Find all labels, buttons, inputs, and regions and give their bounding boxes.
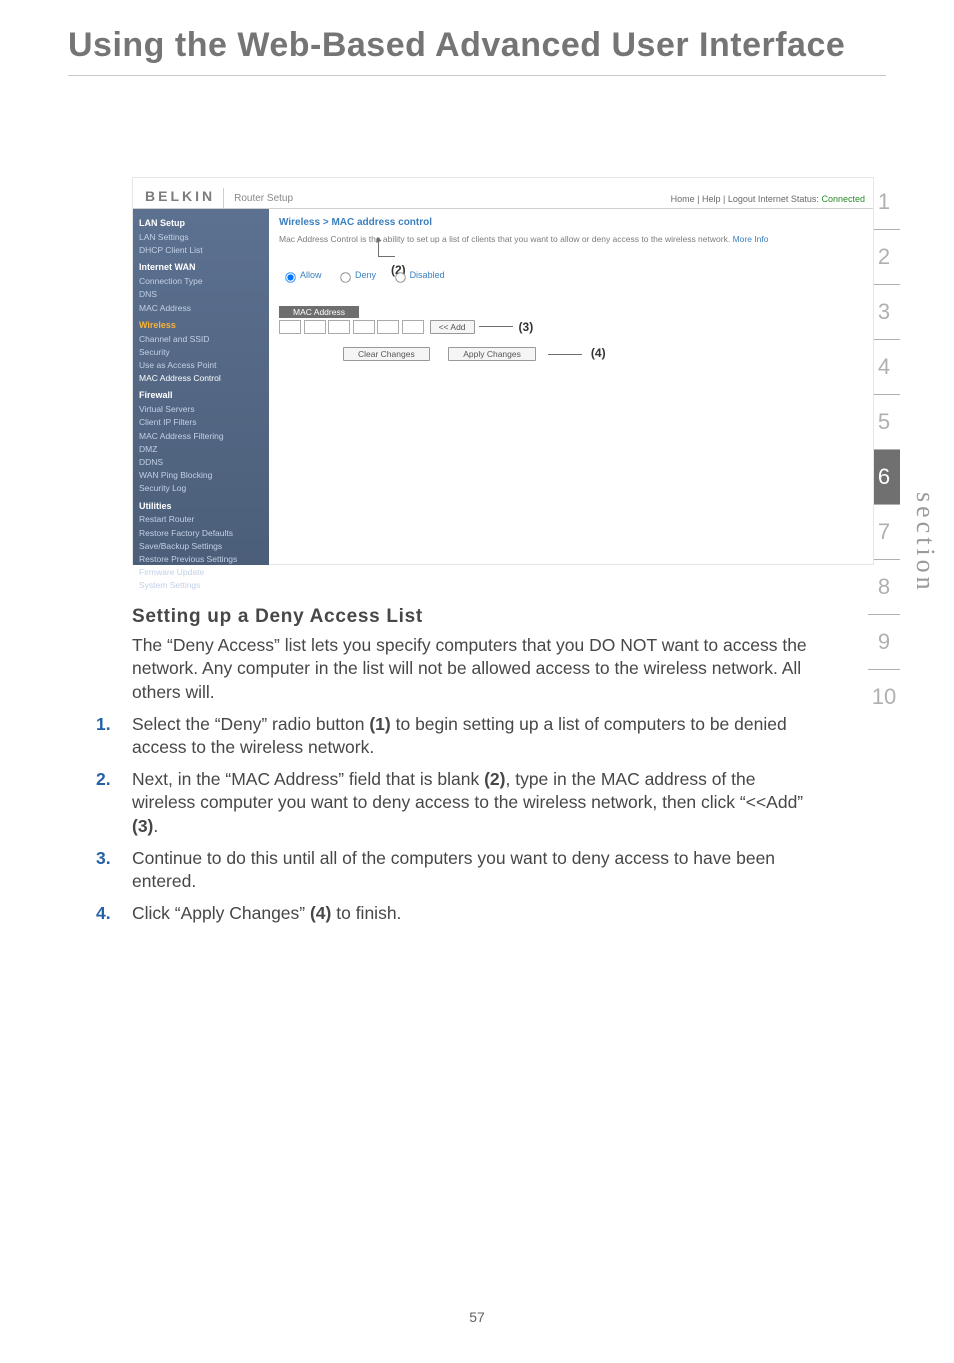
sidebar-group-firewall[interactable]: Firewall bbox=[139, 389, 263, 403]
sidebar-group-lan[interactable]: LAN Setup bbox=[139, 217, 263, 231]
step-2: 2. Next, in the “MAC Address” field that… bbox=[96, 768, 812, 839]
more-info-link[interactable]: More Info bbox=[733, 234, 769, 244]
sidebar-item-virtual-servers[interactable]: Virtual Servers bbox=[139, 403, 263, 416]
callout-4: (4) bbox=[591, 346, 606, 360]
section-tab-10[interactable]: 10 bbox=[868, 669, 900, 724]
radio-allow-input[interactable] bbox=[285, 272, 295, 282]
sidebar-item-restart[interactable]: Restart Router bbox=[139, 513, 263, 526]
mac-address-fields bbox=[279, 320, 424, 334]
router-header-links: Home | Help | Logout Internet Status: Co… bbox=[671, 194, 865, 208]
sidebar-item-restore-defaults[interactable]: Restore Factory Defaults bbox=[139, 527, 263, 540]
body-heading: Setting up a Deny Access List bbox=[132, 604, 812, 630]
callout-line-4 bbox=[548, 354, 582, 355]
sidebar-group-wan[interactable]: Internet WAN bbox=[139, 261, 263, 275]
sidebar-group-utilities[interactable]: Utilities bbox=[139, 500, 263, 514]
mac-field-6[interactable] bbox=[402, 320, 424, 334]
callout-3: (3) bbox=[519, 320, 534, 334]
step-4-num: 4. bbox=[96, 902, 124, 926]
header-links-text: Home | Help | Logout Internet Status: bbox=[671, 194, 819, 204]
add-button[interactable]: << Add bbox=[430, 320, 475, 334]
description-text: Mac Address Control is the ability to se… bbox=[279, 234, 730, 244]
sidebar-item-client-ip[interactable]: Client IP Filters bbox=[139, 416, 263, 429]
radio-disabled[interactable]: Disabled bbox=[389, 270, 445, 280]
sidebar-item-connection-type[interactable]: Connection Type bbox=[139, 275, 263, 288]
title-divider bbox=[68, 75, 886, 76]
body-text: Setting up a Deny Access List The “Deny … bbox=[132, 604, 812, 934]
sidebar-item-use-as-ap[interactable]: Use as Access Point bbox=[139, 359, 263, 372]
radio-disabled-input[interactable] bbox=[395, 272, 405, 282]
sidebar-item-wan-ping[interactable]: WAN Ping Blocking bbox=[139, 469, 263, 482]
router-sidebar: LAN Setup LAN Settings DHCP Client List … bbox=[133, 209, 269, 565]
sidebar-item-ddns[interactable]: DDNS bbox=[139, 456, 263, 469]
sidebar-group-wireless[interactable]: Wireless bbox=[139, 319, 263, 333]
mac-address-label: MAC Address bbox=[279, 306, 359, 318]
radio-deny-input[interactable] bbox=[340, 272, 350, 282]
radio-deny[interactable]: Deny bbox=[334, 270, 376, 280]
page-number: 57 bbox=[0, 1309, 954, 1325]
section-tab-9[interactable]: 9 bbox=[868, 614, 900, 669]
sidebar-item-firmware[interactable]: Firmware Update bbox=[139, 566, 263, 579]
sidebar-item-lan-settings[interactable]: LAN Settings bbox=[139, 231, 263, 244]
content-description: Mac Address Control is the ability to se… bbox=[279, 234, 863, 246]
step-3: 3. Continue to do this until all of the … bbox=[96, 847, 812, 894]
sidebar-item-save-backup[interactable]: Save/Backup Settings bbox=[139, 540, 263, 553]
router-title: Router Setup bbox=[224, 193, 671, 208]
sidebar-item-mac-filtering[interactable]: MAC Address Filtering bbox=[139, 430, 263, 443]
page-title: Using the Web-Based Advanced User Interf… bbox=[0, 0, 954, 65]
sidebar-item-dhcp[interactable]: DHCP Client List bbox=[139, 244, 263, 257]
mac-field-2[interactable] bbox=[304, 320, 326, 334]
sidebar-item-dns[interactable]: DNS bbox=[139, 288, 263, 301]
radio-row: Allow Deny Disabled bbox=[279, 268, 863, 284]
clear-changes-button[interactable]: Clear Changes bbox=[343, 347, 430, 361]
sidebar-item-security[interactable]: Security bbox=[139, 346, 263, 359]
apply-changes-button[interactable]: Apply Changes bbox=[448, 347, 536, 361]
sidebar-item-restore-prev[interactable]: Restore Previous Settings bbox=[139, 553, 263, 566]
content-breadcrumb: Wireless > MAC address control bbox=[279, 217, 863, 228]
sidebar-item-mac-control[interactable]: MAC Address Control bbox=[139, 372, 263, 385]
mac-field-5[interactable] bbox=[377, 320, 399, 334]
internet-status-value: Connected bbox=[821, 194, 865, 204]
mac-field-3[interactable] bbox=[328, 320, 350, 334]
callout-line-3 bbox=[479, 326, 513, 327]
sidebar-item-security-log[interactable]: Security Log bbox=[139, 482, 263, 495]
radio-allow[interactable]: Allow bbox=[279, 270, 322, 280]
mac-field-1[interactable] bbox=[279, 320, 301, 334]
step-1: 1. Select the “Deny” radio button (1) to… bbox=[96, 713, 812, 760]
router-screenshot: BELKIN Router Setup Home | Help | Logout… bbox=[132, 177, 874, 565]
router-brand: BELKIN bbox=[143, 188, 224, 208]
step-1-num: 1. bbox=[96, 713, 124, 737]
mac-field-4[interactable] bbox=[353, 320, 375, 334]
section-label: section bbox=[910, 492, 940, 594]
callout-arrow-icon bbox=[378, 238, 395, 257]
section-tab-8[interactable]: 8 bbox=[868, 559, 900, 614]
step-2-num: 2. bbox=[96, 768, 124, 792]
body-intro: The “Deny Access” list lets you specify … bbox=[132, 634, 812, 705]
step-4: 4. Click “Apply Changes” (4) to finish. bbox=[96, 902, 812, 926]
step-3-num: 3. bbox=[96, 847, 124, 871]
sidebar-item-mac-address[interactable]: MAC Address bbox=[139, 302, 263, 315]
sidebar-item-channel-ssid[interactable]: Channel and SSID bbox=[139, 333, 263, 346]
sidebar-item-system[interactable]: System Settings bbox=[139, 579, 263, 592]
sidebar-item-dmz[interactable]: DMZ bbox=[139, 443, 263, 456]
